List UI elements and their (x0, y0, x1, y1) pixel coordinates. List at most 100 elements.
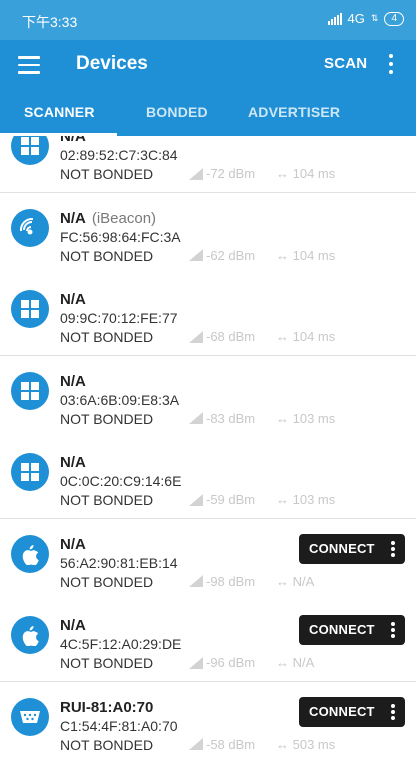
rssi-value: -98 dBm (206, 573, 256, 589)
bond-status: NOT BONDED (60, 247, 154, 264)
advertising-interval: ↔ 104 ms (276, 166, 335, 181)
advertising-interval: ↔ 103 ms (276, 492, 335, 507)
connect-label: CONNECT (309, 540, 375, 556)
tab-advertiser[interactable]: ADVERTISER (248, 104, 340, 120)
connect-label: CONNECT (309, 703, 375, 719)
device-list[interactable]: N/A 02:89:52:C7:3C:84 NOT BONDED -72 dBm ↔ 1… (0, 136, 416, 763)
device-row[interactable]: RUI-81:A0:70 C1:54:4F:81:A0:70 NOT BONDED -… (0, 681, 416, 763)
interval-arrows-icon: ↔ (276, 166, 293, 181)
rssi: -96 dBm (189, 655, 255, 670)
apple-icon (11, 616, 49, 654)
scan-button[interactable]: SCAN (324, 55, 367, 72)
serial-port-icon (11, 697, 49, 736)
advertising-interval: ↔ 104 ms (276, 329, 335, 344)
device-name-text: N/A (60, 372, 86, 390)
rssi: -83 dBm (189, 411, 255, 426)
device-row[interactable]: N/A 03:6A:6B:09:E8:3A NOT BONDED -83 dBm ↔ 1… (0, 355, 416, 438)
device-name: N/A (60, 454, 86, 471)
device-row[interactable]: N/A (iBeacon) FC:56:98:64:FC:3A NOT BONDED -… (0, 192, 416, 275)
menu-icon[interactable] (18, 56, 40, 74)
overflow-menu-icon[interactable] (386, 54, 396, 74)
device-name-text: N/A (60, 617, 86, 634)
app-bar: Devices SCAN SCANNER BONDED ADVERTISER (0, 40, 416, 136)
connect-button[interactable]: CONNECT (299, 615, 405, 645)
device-name-text: N/A (60, 209, 86, 227)
device-address: 0C:0C:20:C9:14:6E (60, 473, 182, 489)
rssi: -62 dBm (189, 248, 255, 263)
beacon-icon (11, 208, 49, 247)
device-row[interactable]: N/A 0C:0C:20:C9:14:6E NOT BONDED -59 dBm ↔ 1… (0, 437, 416, 519)
tab-scanner[interactable]: SCANNER (24, 104, 95, 120)
rssi: -68 dBm (189, 329, 255, 344)
rssi-value: -83 dBm (206, 410, 256, 426)
status-indicators: 4G ⇅ 4 (327, 11, 404, 26)
connect-more-icon[interactable] (391, 540, 395, 557)
network-type: 4G (347, 11, 365, 26)
connect-more-icon[interactable] (391, 703, 395, 720)
bond-status: NOT BONDED (60, 329, 154, 345)
device-name: N/A (60, 536, 86, 553)
device-row[interactable]: N/A 02:89:52:C7:3C:84 NOT BONDED -72 dBm ↔ 1… (0, 136, 416, 193)
advertising-interval: ↔ 103 ms (276, 411, 335, 426)
signal-strength-icon (189, 330, 203, 343)
rssi: -98 dBm (189, 574, 255, 589)
advertising-interval: ↔ 104 ms (276, 248, 335, 263)
device-name-text: RUI-81:A0:70 (60, 698, 154, 716)
page-title: Devices (76, 53, 148, 74)
rssi-value: -58 dBm (206, 736, 256, 752)
interval-value: 103 ms (292, 410, 336, 426)
apple-icon (11, 534, 49, 573)
bond-status: NOT BONDED (60, 655, 154, 671)
device-address: 02:89:52:C7:3C:84 (60, 147, 178, 163)
interval-value: 104 ms (292, 166, 336, 181)
interval-value: N/A (292, 573, 315, 589)
connect-button[interactable]: CONNECT (299, 696, 405, 727)
interval-value: 503 ms (292, 736, 336, 752)
rssi-value: -62 dBm (206, 247, 256, 263)
interval-value: 104 ms (292, 247, 336, 263)
interval-value: 104 ms (292, 329, 336, 344)
connect-more-icon[interactable] (391, 622, 395, 638)
data-arrows-icon: ⇅ (370, 13, 379, 23)
tab-bonded[interactable]: BONDED (146, 104, 208, 120)
bond-status: NOT BONDED (60, 492, 154, 508)
device-address: C1:54:4F:81:A0:70 (60, 717, 178, 734)
signal-strength-icon (189, 167, 203, 180)
device-name-text: N/A (60, 136, 86, 145)
device-row[interactable]: N/A 4C:5F:12:A0:29:DE NOT BONDED -96 dBm ↔ N… (0, 600, 416, 682)
windows-icon (11, 453, 49, 491)
rssi-value: -72 dBm (206, 166, 256, 181)
connect-label: CONNECT (309, 622, 375, 637)
signal-strength-icon (189, 656, 203, 669)
bond-status: NOT BONDED (60, 166, 154, 182)
device-name-text: N/A (60, 454, 86, 471)
interval-arrows-icon: ↔ (276, 410, 293, 426)
device-address: 4C:5F:12:A0:29:DE (60, 636, 182, 652)
device-name: RUI-81:A0:70 (60, 699, 153, 716)
device-subtype: (iBeacon) (91, 209, 157, 227)
interval-arrows-icon: ↔ (276, 573, 293, 589)
bond-status: NOT BONDED (60, 573, 154, 590)
connect-button[interactable]: CONNECT (299, 533, 405, 564)
rssi-value: -68 dBm (206, 329, 256, 344)
bond-status: NOT BONDED (60, 736, 154, 753)
signal-strength-icon (189, 412, 203, 424)
device-name-text: N/A (60, 291, 86, 308)
rssi: -59 dBm (189, 492, 255, 507)
device-address: 03:6A:6B:09:E8:3A (60, 391, 180, 408)
rssi-value: -59 dBm (206, 492, 256, 507)
interval-arrows-icon: ↔ (276, 655, 293, 670)
rssi-value: -96 dBm (206, 655, 256, 670)
device-name: N/A (60, 373, 86, 390)
device-name: N/A (60, 136, 86, 145)
status-time: 下午3:33 (22, 14, 78, 30)
interval-arrows-icon: ↔ (276, 736, 293, 752)
device-row[interactable]: N/A 56:A2:90:81:EB:14 NOT BONDED -98 dBm ↔ N… (0, 518, 416, 601)
status-bar: 下午3:33 4G ⇅ 4 (0, 0, 416, 40)
device-name: N/A (60, 617, 86, 634)
windows-icon (11, 136, 49, 165)
device-name-text: N/A (60, 535, 86, 553)
device-row[interactable]: N/A 09:9C:70:12:FE:77 NOT BONDED -68 dBm ↔ 1… (0, 274, 416, 356)
device-address: 56:A2:90:81:EB:14 (60, 554, 178, 571)
battery-icon: 4 (384, 11, 404, 26)
